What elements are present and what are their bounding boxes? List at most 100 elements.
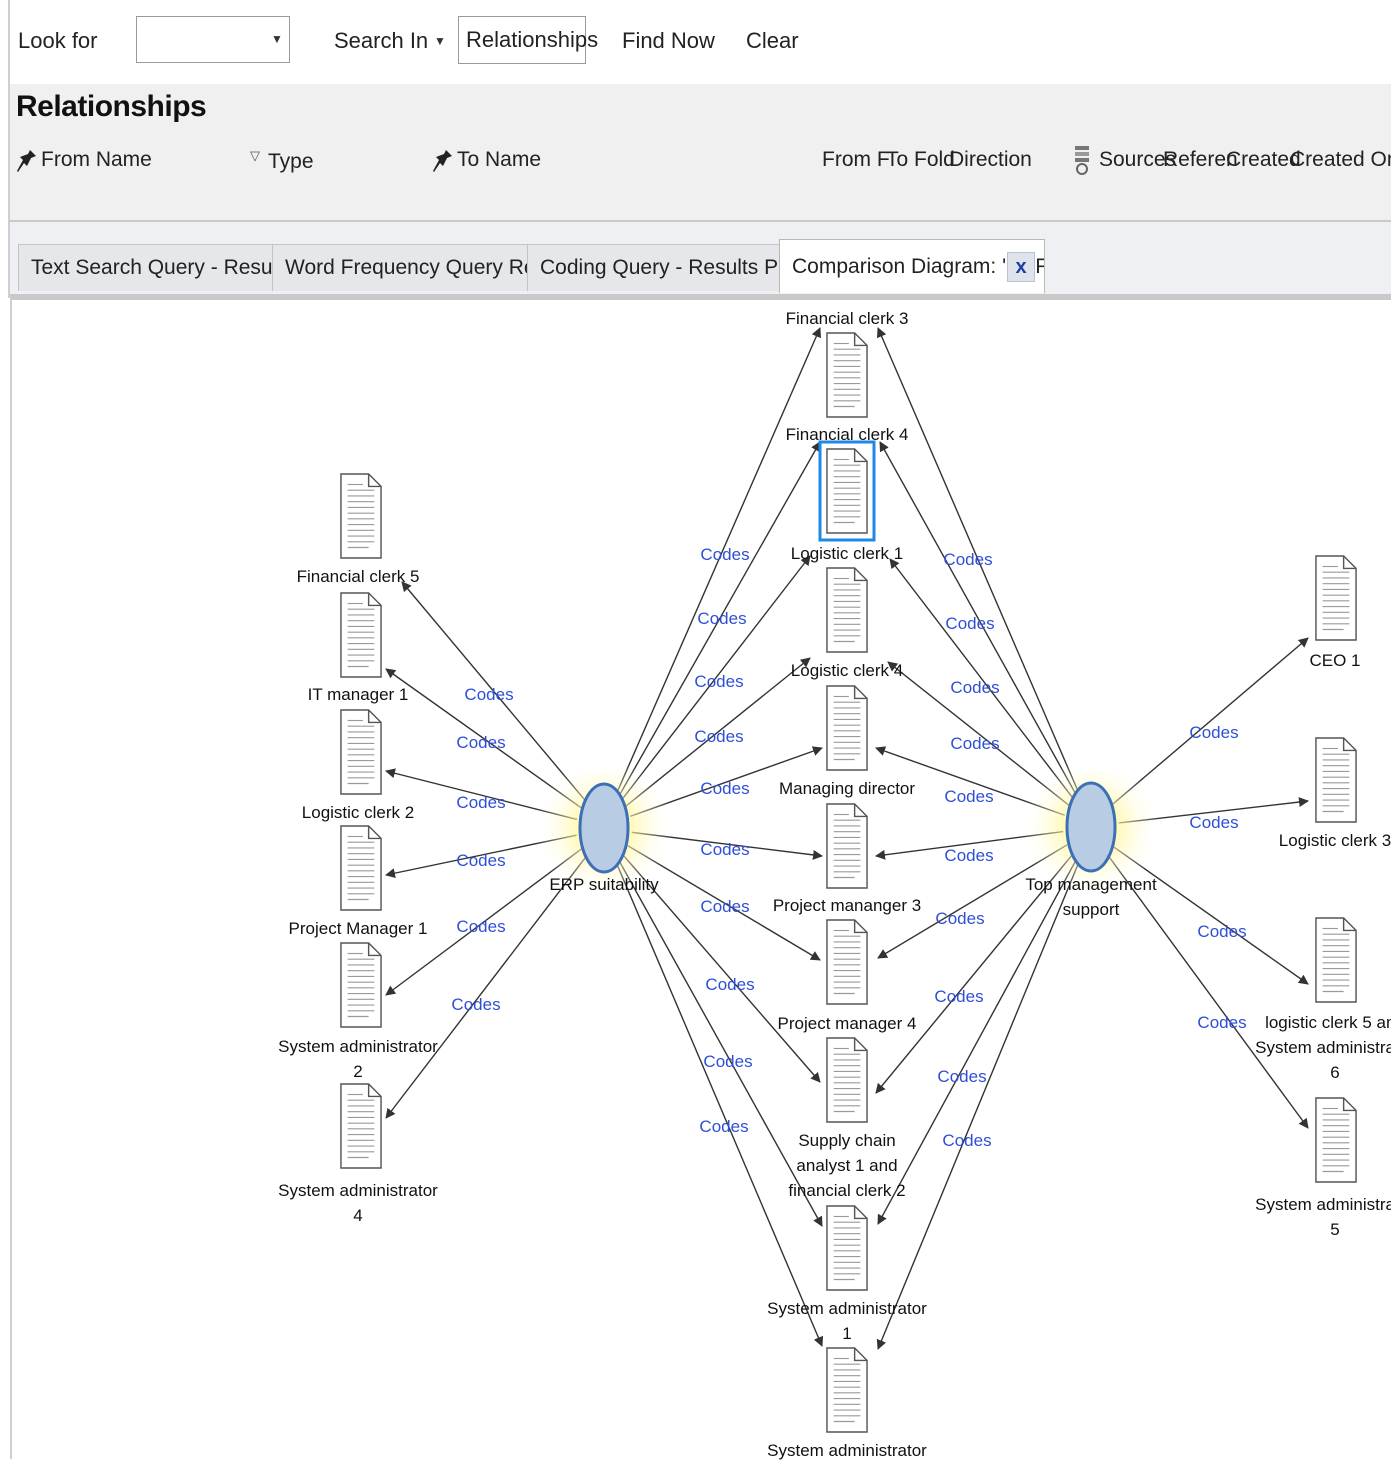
column-created-on[interactable]: Created On: [1290, 148, 1391, 172]
diagram-svg: Codes Codes Codes Codes Codes Codes Codes Codes…: [278, 309, 1391, 1460]
document-ceo1[interactable]: CEO 1: [1309, 555, 1361, 670]
document-lc1[interactable]: Logistic clerk 1: [791, 544, 903, 653]
clear-button[interactable]: Clear: [746, 28, 799, 54]
edge-tms-sa[interactable]: [876, 858, 1082, 1350]
edge-label-codes: Codes: [950, 678, 999, 697]
document-pm3[interactable]: Project mananger 3: [773, 896, 921, 1005]
document-icon: [340, 1083, 382, 1169]
document-icon: [1315, 1097, 1357, 1183]
document-sa4[interactable]: System administrator 4: [278, 1083, 438, 1225]
document-label: Financial clerk 5: [297, 567, 420, 586]
document-sa5[interactable]: System administrator 5: [1255, 1097, 1391, 1239]
document-label: Supply chain: [798, 1131, 895, 1150]
document-label: Logistic clerk 1: [791, 544, 903, 563]
document-lc2[interactable]: Logistic clerk 2: [302, 709, 414, 822]
document-icon: [826, 919, 868, 1005]
document-label: Project manager 4: [778, 1014, 917, 1033]
edge-label-codes: Codes: [451, 995, 500, 1014]
document-label: Project mananger 3: [773, 896, 921, 915]
document-icon: [826, 1205, 868, 1291]
document-icon: [826, 448, 868, 534]
edge-label-codes: Codes: [697, 609, 746, 628]
document-sa2[interactable]: System administrator 2: [278, 942, 438, 1081]
column-to-name[interactable]: To Name: [457, 148, 541, 172]
tab-label: Word Frequency Query Result: [285, 256, 533, 279]
panel-title: Relationships: [16, 90, 207, 123]
edge-label-codes: Codes: [1197, 922, 1246, 941]
document-label: Logistic clerk 2: [302, 803, 414, 822]
chevron-down-icon[interactable]: ▼: [271, 32, 283, 46]
tab-label: Text Search Query - Results P: [31, 256, 278, 279]
edge-label-codes: Codes: [703, 1052, 752, 1071]
column-from-name[interactable]: From Name: [41, 148, 152, 172]
edge-label-codes: Codes: [699, 1117, 748, 1136]
edge-label-codes: Codes: [942, 1131, 991, 1150]
document-icon: [826, 685, 868, 771]
edge-label-codes: Codes: [700, 545, 749, 564]
edge-label-codes: Codes: [700, 840, 749, 859]
document-sca[interactable]: Supply chain analyst 1 and financial clerk…: [788, 1131, 906, 1291]
edge-label-codes: Codes: [1197, 1013, 1246, 1032]
search-in-label[interactable]: Search In: [334, 28, 428, 54]
document-pm4[interactable]: Project manager 4: [778, 1014, 917, 1123]
edge-erp-sa4[interactable]: [385, 854, 588, 1119]
document-fc5[interactable]: Financial clerk 5: [297, 473, 420, 586]
relationships-panel: Relationships From Name ▽ Type To Name F…: [8, 84, 1391, 220]
document-icon: [826, 567, 868, 653]
document-icon: [340, 942, 382, 1028]
document-fc4[interactable]: Financial clerk 4: [786, 425, 909, 542]
document-lc3[interactable]: Logistic clerk 3: [1279, 737, 1391, 850]
document-label: System administrator: [278, 1181, 438, 1200]
document-lc5sa6[interactable]: logistic clerk 5 and System administrator…: [1255, 917, 1391, 1082]
tab-text-search-query[interactable]: Text Search Query - Results P: [18, 244, 278, 291]
find-now-button[interactable]: Find Now: [622, 28, 715, 54]
comparison-diagram-canvas[interactable]: Codes Codes Codes Codes Codes Codes Codes Codes…: [10, 294, 1391, 1460]
edge-label-codes: Codes: [1189, 723, 1238, 742]
column-to-folder[interactable]: To Fold: [886, 148, 955, 172]
close-tab-icon[interactable]: x: [1007, 252, 1035, 282]
document-icon: [340, 473, 382, 559]
edge-label-codes: Codes: [944, 787, 993, 806]
document-label: 5: [1330, 1220, 1339, 1239]
column-from-folder[interactable]: From F: [822, 148, 890, 172]
document-icon: [1315, 917, 1357, 1003]
document-icon: [340, 592, 382, 678]
document-sa1[interactable]: System administrator 1: [767, 1299, 927, 1433]
edge-tms-sa5[interactable]: [1106, 854, 1309, 1129]
document-label: System administrator: [767, 1299, 927, 1318]
column-type[interactable]: Type: [268, 150, 314, 174]
edge-label-codes: Codes: [705, 975, 754, 994]
pin-icon: [432, 148, 454, 179]
tab-word-frequency-query[interactable]: A Word Frequency Query Result: [272, 244, 534, 291]
edge-label-codes: Codes: [1189, 813, 1238, 832]
filter-icon[interactable]: ▽: [250, 148, 260, 164]
search-in-value: Relationships: [466, 27, 599, 52]
look-for-combobox[interactable]: ▼: [136, 16, 290, 63]
edge-label-codes: Codes: [950, 734, 999, 753]
document-itm1[interactable]: IT manager 1: [308, 592, 409, 704]
document-pm1[interactable]: Project Manager 1: [289, 825, 428, 938]
document-label: 6: [1330, 1063, 1339, 1082]
tab-label: Coding Query - Results Previe: [540, 256, 786, 279]
tab-comparison-diagram[interactable]: Comparison Diagram: 'ERP sui: [779, 239, 1045, 293]
document-label: System administrator: [1255, 1038, 1391, 1057]
edge-label-codes: Codes: [944, 846, 993, 865]
document-icon: [340, 825, 382, 911]
search-in-field[interactable]: Relationships: [458, 16, 598, 64]
tab-coding-query[interactable]: Coding Query - Results Previe: [527, 244, 787, 291]
document-sa[interactable]: System administrator: [767, 1441, 927, 1460]
edge-label-codes: Codes: [937, 1067, 986, 1086]
edge-label-codes: Codes: [945, 614, 994, 633]
edge-label-codes: Codes: [694, 672, 743, 691]
document-label: analyst 1 and: [796, 1156, 897, 1175]
column-direction[interactable]: Direction: [949, 148, 1032, 172]
search-in-chevron-down-icon[interactable]: ▼: [434, 34, 446, 48]
document-md[interactable]: Managing director: [779, 779, 915, 889]
document-label: IT manager 1: [308, 685, 409, 704]
edge-erp-sa[interactable]: [614, 859, 824, 1347]
document-label: System administrator: [278, 1037, 438, 1056]
edge-label-codes: Codes: [456, 917, 505, 936]
node-label: ERP suitability: [549, 875, 659, 894]
document-tabs: Text Search Query - Results P A Word Fre…: [8, 220, 1391, 298]
document-label: financial clerk 2: [788, 1181, 905, 1200]
